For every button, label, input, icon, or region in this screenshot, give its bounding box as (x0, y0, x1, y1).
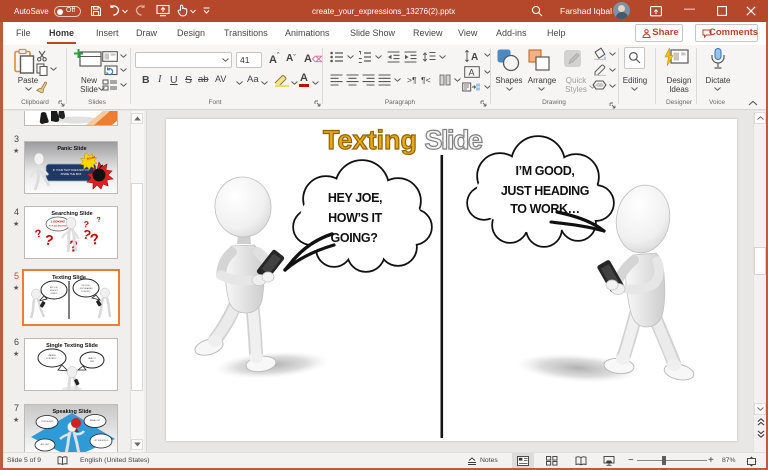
svg-text:GR8!: GR8! (90, 361, 95, 363)
svg-text:Panic Slide: Panic Slide (57, 146, 86, 152)
svg-text:HEY JOE,: HEY JOE, (328, 191, 382, 205)
svg-text:?: ? (89, 231, 101, 249)
svg-text:LOOKING: LOOKING (51, 220, 66, 224)
svg-text:REALLY?: REALLY? (88, 357, 96, 360)
svg-text:TO WORK…: TO WORK… (510, 202, 579, 216)
svg-text:I'M GOOD,: I'M GOOD, (82, 285, 91, 287)
svg-text:WAITING: WAITING (48, 354, 56, 357)
svg-text:HOW'S IT: HOW'S IT (50, 290, 59, 292)
svg-text:TO WORK...: TO WORK... (81, 291, 92, 293)
svg-text:FOR REPLY...: FOR REPLY... (46, 358, 58, 360)
svg-text:I’M GOOD,: I’M GOOD, (516, 164, 575, 178)
svg-text:HEY JOE,: HEY JOE, (50, 287, 59, 289)
svg-text:LET THE WORLD: LET THE WORLD (94, 440, 109, 442)
svg-text:JUST HEADING: JUST HEADING (79, 287, 93, 290)
svg-text:FOR AN ANSWER: FOR AN ANSWER (49, 225, 68, 228)
svg-text:ADD TEXT: ADD TEXT (41, 443, 51, 446)
svg-text:GOING?: GOING? (331, 231, 378, 245)
svg-text:Speaking Slide: Speaking Slide (52, 409, 91, 415)
svg-text:?: ? (96, 216, 101, 224)
svg-text:SPEAK OUT: SPEAK OUT (90, 419, 101, 422)
svg-text:JUST HEADING: JUST HEADING (501, 184, 589, 198)
svg-text:A: A (469, 68, 475, 78)
svg-text:INSIDE THE BOX: INSIDE THE BOX (61, 172, 82, 176)
svg-text:GOING?: GOING? (51, 293, 58, 295)
svg-text:?: ? (43, 231, 54, 248)
svg-text:Searching Slide: Searching Slide (51, 211, 92, 217)
svg-text:?: ? (34, 228, 44, 241)
svg-text:HOW’S IT: HOW’S IT (328, 211, 383, 225)
svg-text:A: A (471, 52, 478, 63)
svg-text:Single Texting Slide: Single Texting Slide (46, 343, 98, 349)
svg-text:YOUR WORDS: YOUR WORDS (41, 421, 54, 423)
